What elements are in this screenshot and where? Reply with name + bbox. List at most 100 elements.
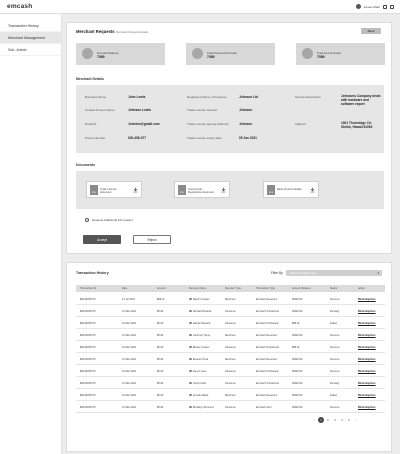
reject-button[interactable]: Reject [133, 235, 171, 244]
table-cell: Success [330, 357, 340, 361]
table-cell: Customer [225, 405, 236, 409]
block-explorer-link[interactable]: Block Explorer [358, 298, 376, 301]
app-logo: emcash [7, 3, 33, 10]
table-cell: Merchant [225, 357, 236, 361]
sidebar-item-transaction-history[interactable]: Transaction History [0, 20, 61, 32]
block-explorer-link[interactable]: Block Explorer [358, 406, 376, 409]
document-card[interactable]: PDF Bank Account Details [263, 181, 319, 198]
filter-placeholder: Select transaction type [290, 271, 317, 275]
column-header: Transaction ID [80, 287, 97, 290]
block-explorer-link[interactable]: Block Explorer [358, 382, 376, 385]
table-cell: 500ET,02 [292, 357, 303, 361]
table-cell: EmCash Transferred [256, 381, 280, 385]
user-name[interactable]: James Mark [364, 5, 380, 9]
next-page-icon[interactable]: › [353, 417, 359, 423]
download-icon[interactable] [310, 187, 315, 193]
detail-value: John Lewis [128, 95, 146, 99]
table-cell: Success [330, 369, 340, 373]
page-button[interactable]: 4 [339, 417, 345, 423]
breadcrumb[interactable]: Merchant Request Details [116, 30, 148, 34]
merchant-details-title: Merchant Details [76, 77, 105, 81]
table-cell: Customer [225, 345, 236, 349]
table-cell: Success [330, 345, 340, 349]
receiver-avatar [189, 405, 192, 408]
column-header: Amount [157, 287, 166, 290]
table-row: B0429318779 12 Mar 2022 $5.92 Devon Lane Cus… [76, 365, 385, 377]
document-name: Trade License document [100, 188, 117, 195]
table-cell: Success [330, 405, 340, 409]
table-row: B0429318779 12 Mar 2022 $5.92 Annette Black… [76, 389, 385, 401]
table-cell: 12 Mar 2022 [122, 369, 137, 373]
table-cell: 12 Mar 2022 [122, 309, 137, 313]
detail-label: Trade License expiry date [187, 136, 222, 140]
filter-label: Filter By [271, 271, 283, 275]
sidebar-item-sub-admin[interactable]: Sub- Admin [0, 44, 61, 56]
table-cell: 12 Mar 2022 [122, 357, 137, 361]
notification-icon[interactable] [383, 4, 387, 9]
filter-select[interactable]: Select transaction type ▾ [286, 270, 382, 276]
prev-page-icon[interactable]: ‹ [311, 417, 317, 423]
table-cell: 12 Mar 2022 [122, 381, 137, 385]
table-cell: Marvin Cooper [193, 297, 210, 301]
table-cell: B0429318779 [80, 357, 96, 361]
stat-card-sent: Total Sent EmCash 7089 [296, 43, 385, 65]
table-cell: Devon Lane [193, 369, 207, 373]
download-icon[interactable] [133, 187, 138, 193]
block-explorer-link[interactable]: Block Explorer [358, 394, 376, 397]
table-cell: 500ET,02 [292, 297, 303, 301]
column-header: Action [358, 287, 365, 290]
receiver-avatar [189, 333, 192, 336]
document-card[interactable]: PDF Trade License document [86, 181, 142, 198]
page-button[interactable]: 5 [346, 417, 352, 423]
documents-title: Documents [76, 163, 96, 167]
table-cell: B0429318779 [80, 369, 96, 373]
table-cell: 21 Jul 2022 [122, 297, 135, 301]
table-cell: 500ET,02 [292, 333, 303, 337]
block-explorer-link[interactable]: Block Explorer [358, 322, 376, 325]
block-explorer-link[interactable]: Block Explorer [358, 358, 376, 361]
table-cell: Customer [225, 321, 236, 325]
avatar[interactable] [355, 4, 361, 9]
block-explorer-link[interactable]: Block Explorer [358, 370, 376, 373]
request-info-checkbox[interactable] [85, 218, 89, 222]
table-row: B0429318779 12 Mar 2022 $5.92 Brooklyn Simm… [76, 401, 385, 413]
block-explorer-link[interactable]: Block Explorer [358, 346, 376, 349]
download-icon[interactable] [221, 187, 226, 193]
table-row: B0429318779 12 Mar 2022 $5.92 Cody Fisher Cu… [76, 377, 385, 389]
back-button[interactable]: Back [361, 28, 381, 34]
table-cell: $5.92 [157, 405, 164, 409]
sidebar-item-label: Sub- Admin [8, 47, 27, 52]
block-explorer-link[interactable]: Block Explorer [358, 334, 376, 337]
table-cell: B0429318779 [80, 405, 96, 409]
table-cell: Pending [330, 309, 340, 313]
document-card[interactable]: PDF Commercial Registration document [174, 181, 230, 198]
detail-label: Registered Name of business [187, 95, 227, 99]
table-cell: EmCash Transferred [256, 309, 280, 313]
page-button[interactable]: 1 [318, 417, 324, 423]
table-cell: $89.21 [157, 297, 165, 301]
table-cell: $5.92 [157, 357, 164, 361]
table-cell: B0429318779 [80, 297, 96, 301]
message-icon[interactable] [390, 4, 394, 9]
receiver-avatar [189, 321, 192, 324]
detail-label: Trade License Issuing Authority [187, 122, 229, 126]
stat-value: 7089 [207, 55, 215, 59]
table-cell: B0429318779 [80, 321, 96, 325]
page-button[interactable]: 2 [325, 417, 331, 423]
table-cell: Annette Black [193, 393, 209, 397]
table-cell: 12 Mar 2022 [122, 405, 137, 409]
detail-value: Johnson [239, 108, 253, 112]
accept-button[interactable]: Accept [83, 235, 121, 244]
request-info-label[interactable]: Request Additional Information [92, 218, 133, 222]
table-cell: B0429318779 [80, 381, 96, 385]
block-explorer-link[interactable]: Block Explorer [358, 310, 376, 313]
table-cell: EmCash Transferred [256, 345, 280, 349]
chevron-down-icon: ▾ [377, 271, 379, 275]
table-cell: Success [330, 297, 340, 301]
table-cell: $5.92 [157, 345, 164, 349]
page-button[interactable]: 3 [332, 417, 338, 423]
column-header: Transaction Type [256, 287, 276, 290]
table-cell: Eleanor Pena [193, 357, 209, 361]
detail-value: Johnsons Company deals with hardware and… [341, 94, 381, 106]
sidebar-item-merchant-management[interactable]: Merchant Management [0, 32, 61, 44]
